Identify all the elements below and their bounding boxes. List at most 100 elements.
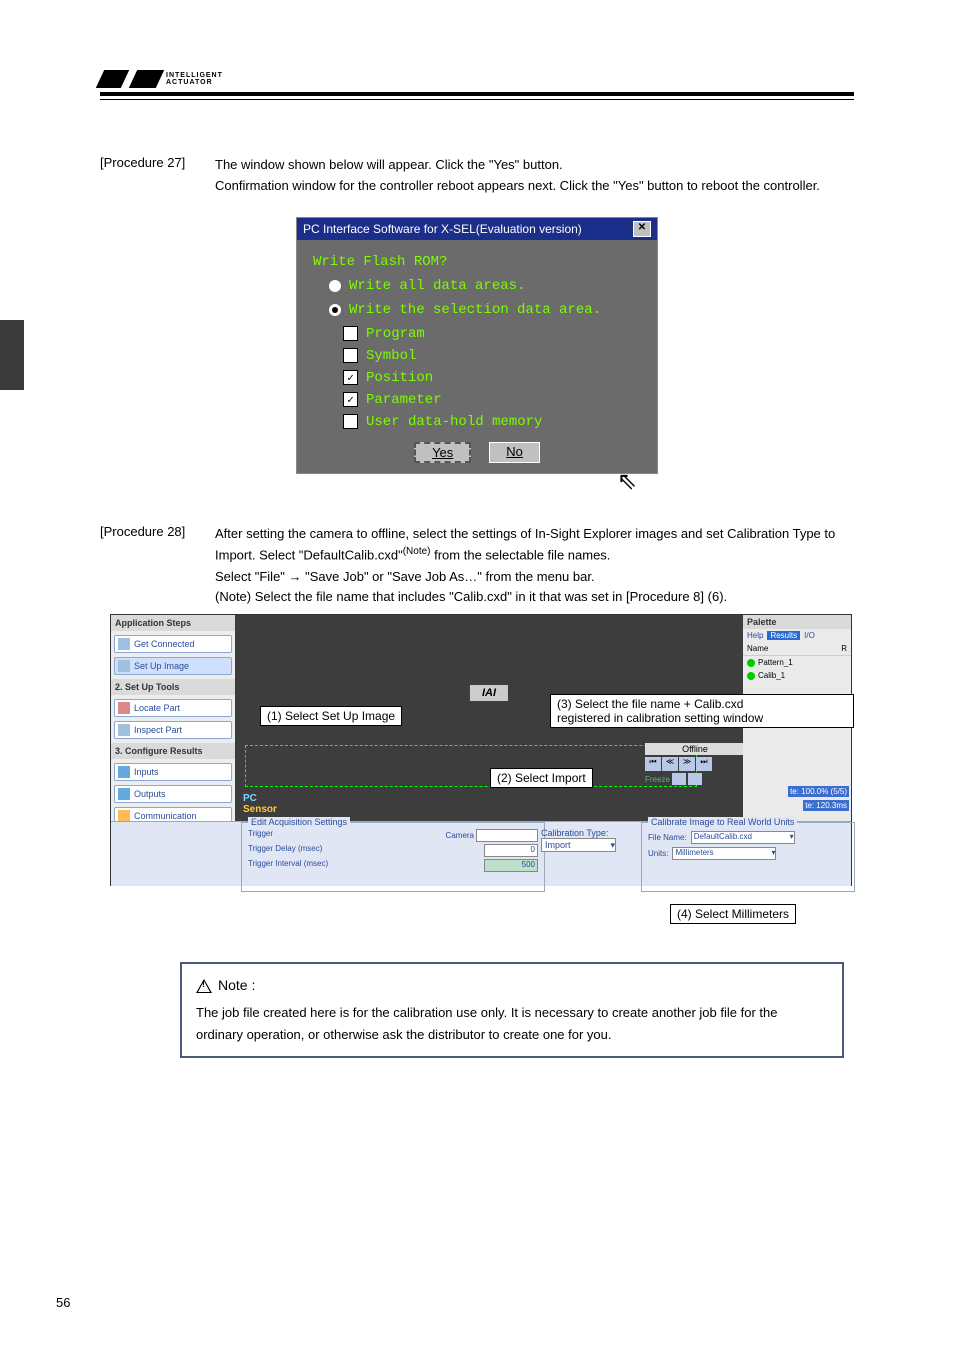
palette-calib: Calib_1 <box>758 671 785 680</box>
page-tab <box>0 320 24 390</box>
inspect-icon <box>118 724 130 736</box>
checkbox-parameter-label: Parameter <box>366 392 442 408</box>
image-icon <box>118 660 130 672</box>
trigger-interval-input[interactable]: 500 <box>484 859 538 872</box>
checkbox-position[interactable]: ✓ <box>343 370 358 385</box>
checkbox-userdata[interactable] <box>343 414 358 429</box>
trigger-delay-input[interactable]: 0 <box>484 844 538 857</box>
nav-last-icon[interactable]: ⏭ <box>696 757 712 771</box>
status-ok-icon <box>747 659 755 667</box>
freeze-icon[interactable] <box>672 773 686 785</box>
freeze-icon2[interactable] <box>688 773 702 785</box>
dialog-question: Write Flash ROM? <box>313 254 641 270</box>
arrow-down-icon: ⇖ <box>400 470 854 494</box>
import-value: Import <box>545 840 571 850</box>
no-button[interactable]: No <box>489 442 540 463</box>
radio-write-all[interactable] <box>329 280 341 292</box>
sidebar-item-locate-part[interactable]: Locate Part <box>114 699 232 717</box>
sidebar-label: Locate Part <box>134 703 180 713</box>
note-title: Note : <box>218 974 255 998</box>
sidebar-label: Communication <box>134 811 197 821</box>
procedure28-label: [Procedure 28] <box>100 524 215 539</box>
checkbox-symbol[interactable] <box>343 348 358 363</box>
header-rule-thin <box>100 99 854 100</box>
checkbox-program-label: Program <box>366 326 425 342</box>
dialog-title: PC Interface Software for X-SEL(Evaluati… <box>303 222 582 236</box>
pc-label: PC <box>243 793 277 804</box>
sidebar-item-get-connected[interactable]: Get Connected <box>114 635 232 653</box>
header-rule-thick <box>100 92 854 96</box>
note-box: ! Note : The job file created here is fo… <box>180 962 844 1058</box>
callout-1: (1) Select Set Up Image <box>260 706 402 726</box>
calibration-type-label: Calibration Type: <box>541 828 616 838</box>
proc28-line1: After setting the camera to offline, sel… <box>215 524 854 567</box>
units-select[interactable]: Millimeters ▾ <box>672 847 776 860</box>
close-icon[interactable]: ✕ <box>633 221 651 237</box>
sidebar-item-setup-image[interactable]: Set Up Image <box>114 657 232 675</box>
palette-pattern: Pattern_1 <box>758 658 793 667</box>
nav-prev-icon[interactable]: ≪ <box>662 757 678 771</box>
nav-first-icon[interactable]: ⏮ <box>645 757 661 771</box>
calibration-type-select[interactable]: Import ▾ <box>541 838 616 852</box>
palette-col-name: Name <box>747 644 768 653</box>
trigger-delay-label: Trigger Delay (msec) <box>248 844 322 857</box>
radio-write-selection[interactable] <box>329 304 341 316</box>
palette-col-r: R <box>841 644 847 653</box>
chevron-down-icon: ▾ <box>610 840 615 851</box>
sidebar-item-inspect-part[interactable]: Inspect Part <box>114 721 232 739</box>
sidebar-section-3: 3. Configure Results <box>111 743 235 759</box>
proc27-line2: Confirmation window for the controller r… <box>215 176 854 197</box>
status-offline: Offline <box>645 743 745 755</box>
status-rate: te: 100.0% (5/5) <box>788 786 849 797</box>
brand-line2: ACTUATOR <box>166 79 223 86</box>
units-label: Units: <box>648 849 668 858</box>
checkbox-parameter[interactable]: ✓ <box>343 392 358 407</box>
filename-select[interactable]: DefaultCalib.cxd▾ <box>691 831 795 844</box>
sidebar-label: Outputs <box>134 789 166 799</box>
checkbox-program[interactable] <box>343 326 358 341</box>
sensor-label: Sensor <box>243 804 277 815</box>
sidebar-item-inputs[interactable]: Inputs <box>114 763 232 781</box>
proc28-line3: (Note) Select the file name that include… <box>215 587 854 608</box>
logo-mark-icon <box>96 70 164 88</box>
edit-acq-title: Edit Acquisition Settings <box>248 817 350 827</box>
sidebar-section-2: 2. Set Up Tools <box>111 679 235 695</box>
canvas-watermark: IAI <box>470 685 508 701</box>
procedure27-label: [Procedure 27] <box>100 155 215 170</box>
nav-next-icon[interactable]: ≫ <box>679 757 695 771</box>
units-value: Millimeters <box>675 848 713 859</box>
outputs-icon <box>118 788 130 800</box>
filename-label: File Name: <box>648 833 687 842</box>
chevron-down-icon: ▾ <box>790 832 794 843</box>
callout-4: (4) Select Millimeters <box>670 904 796 924</box>
flash-rom-dialog: PC Interface Software for X-SEL(Evaluati… <box>296 217 658 474</box>
trigger-interval-label: Trigger Interval (msec) <box>248 859 328 872</box>
palette-tab-io[interactable]: I/O <box>804 631 815 640</box>
insight-explorer-screenshot: Application Steps Get Connected Set Up I… <box>110 614 850 934</box>
sidebar-label: Inputs <box>134 767 159 777</box>
connect-icon <box>118 638 130 650</box>
header-logo: INTELLIGENT ACTUATOR <box>100 70 854 88</box>
sidebar-title: Application Steps <box>111 615 235 631</box>
radio-write-selection-label: Write the selection data area. <box>349 302 601 318</box>
sidebar-label: Get Connected <box>134 639 195 649</box>
proc28-line2: Select "File" → "Save Job" or "Save Job … <box>215 567 854 588</box>
camera-select[interactable] <box>476 829 538 842</box>
warning-icon: ! <box>196 979 212 993</box>
sidebar-label: Inspect Part <box>134 725 182 735</box>
yes-button[interactable]: Yes <box>414 442 471 463</box>
status-ok-icon <box>747 672 755 680</box>
note-body: The job file created here is for the cal… <box>196 1002 828 1046</box>
chevron-down-icon: ▾ <box>771 848 775 859</box>
palette-title: Palette <box>743 615 851 629</box>
palette-tab-help[interactable]: Help <box>747 631 763 640</box>
callout-3: (3) Select the file name + Calib.cxd reg… <box>550 694 854 728</box>
camera-label: Camera <box>446 831 474 840</box>
palette-tab-results[interactable]: Results <box>767 631 800 640</box>
calib-image-title: Calibrate Image to Real World Units <box>648 817 797 827</box>
sidebar-label: Set Up Image <box>134 661 189 671</box>
brand-line1: INTELLIGENT <box>166 72 223 79</box>
sidebar-item-outputs[interactable]: Outputs <box>114 785 232 803</box>
radio-write-all-label: Write all data areas. <box>349 278 525 294</box>
freeze-label: Freeze <box>645 775 670 784</box>
